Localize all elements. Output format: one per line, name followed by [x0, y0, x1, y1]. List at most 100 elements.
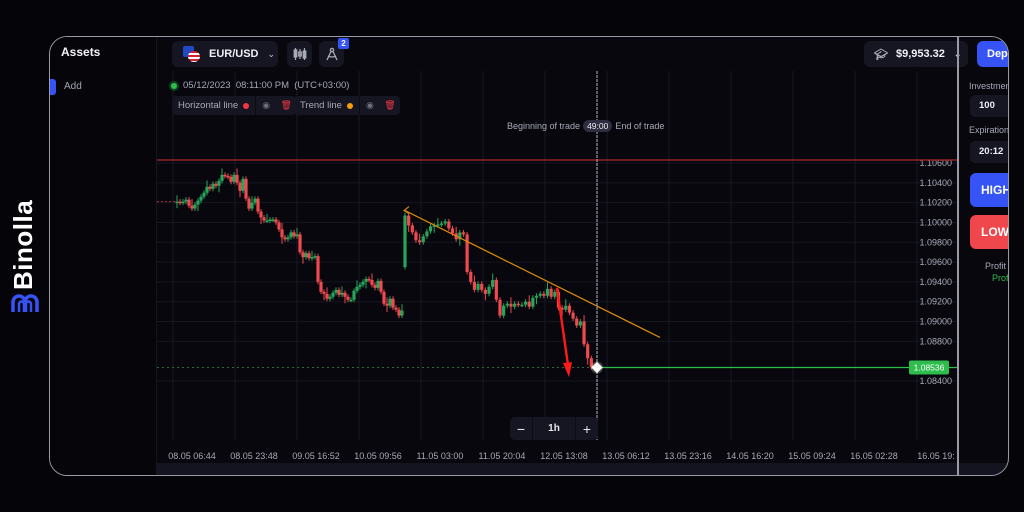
investment-label: Investmen [969, 81, 1009, 91]
low-button[interactable]: LOWE [970, 215, 1008, 249]
y-axis-label: 1.09400 [919, 277, 952, 287]
candle-body [349, 299, 353, 302]
drawing-horizontal-line: Horizontal line ◉ 🗑︎ [172, 96, 297, 115]
timeframe-value[interactable]: 1h [532, 417, 576, 440]
candle-body [545, 288, 550, 296]
candle-body [391, 298, 395, 308]
candle-body [271, 219, 275, 221]
candle-body [280, 229, 284, 238]
candle-body [187, 199, 191, 206]
candle-body [286, 237, 290, 240]
candle-body [238, 182, 242, 191]
candle-body [298, 234, 302, 253]
asset-selector[interactable]: EUR/USD ⌄ [172, 41, 278, 67]
compass-icon [325, 47, 338, 61]
candle-body [181, 201, 185, 204]
candle-body [502, 305, 506, 316]
down-arrow-shaft [555, 287, 570, 366]
zoom-out-button[interactable]: − [510, 417, 532, 440]
candle-body [313, 256, 317, 258]
y-axis-label: 1.08400 [919, 376, 952, 386]
deposit-button[interactable]: Depo [977, 41, 1008, 67]
eu-us-flag-icon [183, 46, 201, 62]
candle-body [337, 289, 341, 295]
app-window: Assets Add 1.10600 1.10400 1.10200 1.10000 1… [49, 36, 1009, 476]
candle-body [575, 318, 579, 326]
candle-body [289, 232, 293, 238]
drawing-label[interactable]: Horizontal line [172, 96, 257, 115]
drawings-count-badge: 2 [338, 38, 349, 49]
candle-body [340, 292, 344, 295]
candle-body [334, 289, 338, 293]
candle-body [262, 217, 266, 221]
candle-body [193, 204, 197, 209]
profit-value: Profi [992, 273, 1009, 283]
y-axis-label: 1.09000 [919, 317, 952, 327]
high-button[interactable]: HIGH [970, 173, 1008, 207]
candle-body [564, 305, 568, 310]
current-price-label: 1.08536 [914, 363, 945, 373]
candle-body [205, 186, 209, 193]
candle-body [520, 304, 524, 307]
candle-body [553, 291, 557, 297]
trash-icon[interactable]: 🗑︎ [380, 100, 400, 111]
candle-body [253, 198, 257, 203]
graduation-cap-icon: 🎓︎ [874, 48, 888, 61]
timeframe-zoom-control: − 1h + [510, 417, 598, 440]
candle-body [498, 299, 502, 316]
candle-body [364, 278, 368, 282]
candle-body [304, 253, 308, 258]
candle-body [447, 221, 451, 229]
candle-body [407, 215, 411, 226]
eye-icon[interactable]: ◉ [360, 100, 380, 111]
candle-body [322, 291, 326, 294]
y-axis-label: 1.10000 [919, 217, 952, 227]
candle-body [244, 178, 248, 199]
candle-body [480, 283, 484, 290]
candle-body [505, 303, 509, 306]
candle-body [373, 284, 377, 288]
chart-type-button[interactable] [287, 41, 312, 67]
candle-body [325, 293, 329, 299]
candle-body [232, 174, 236, 182]
zoom-in-button[interactable]: + [576, 417, 598, 440]
candle-body [355, 286, 359, 291]
sidebar-item-add[interactable]: Add [50, 79, 156, 95]
candle-body [295, 234, 299, 237]
candle-body [425, 231, 429, 237]
candle-body [241, 178, 245, 191]
candle-body [476, 283, 480, 290]
down-arrow-head [563, 362, 572, 378]
candle-body [310, 257, 314, 259]
candle-body [394, 307, 398, 310]
y-axis-label: 1.10200 [919, 198, 952, 208]
candle-body [382, 291, 386, 304]
candle-body [307, 253, 311, 259]
candle-body [403, 215, 407, 268]
candle-body [534, 295, 539, 298]
balance-selector[interactable]: 🎓︎ $9,953.32 ⌄ [864, 41, 968, 67]
candle-body [472, 281, 477, 290]
drawing-label[interactable]: Trend line [294, 96, 360, 115]
candle-body [549, 288, 553, 297]
candle-body [487, 286, 491, 294]
end-of-trade-label: End of trade [615, 121, 665, 131]
chevron-down-icon: ⌄ [267, 48, 276, 59]
candlestick-icon [293, 48, 306, 60]
candle-body [343, 292, 347, 297]
investment-input[interactable]: 100 [970, 95, 1008, 117]
eye-icon[interactable]: ◉ [256, 100, 276, 111]
expiration-input[interactable]: 20:12 [970, 141, 1008, 163]
candle-body [439, 223, 444, 225]
candle-body [226, 175, 230, 178]
candle-body [256, 198, 260, 212]
candle-body [582, 321, 586, 345]
candle-body [578, 321, 582, 326]
candle-body [388, 298, 392, 306]
brand-name: Binolla [8, 199, 38, 290]
y-axis-label: 1.10400 [919, 178, 952, 188]
candle-body [301, 252, 305, 258]
binolla-logo-icon [11, 294, 39, 312]
candle-body [465, 234, 469, 272]
candle-body [376, 280, 380, 288]
